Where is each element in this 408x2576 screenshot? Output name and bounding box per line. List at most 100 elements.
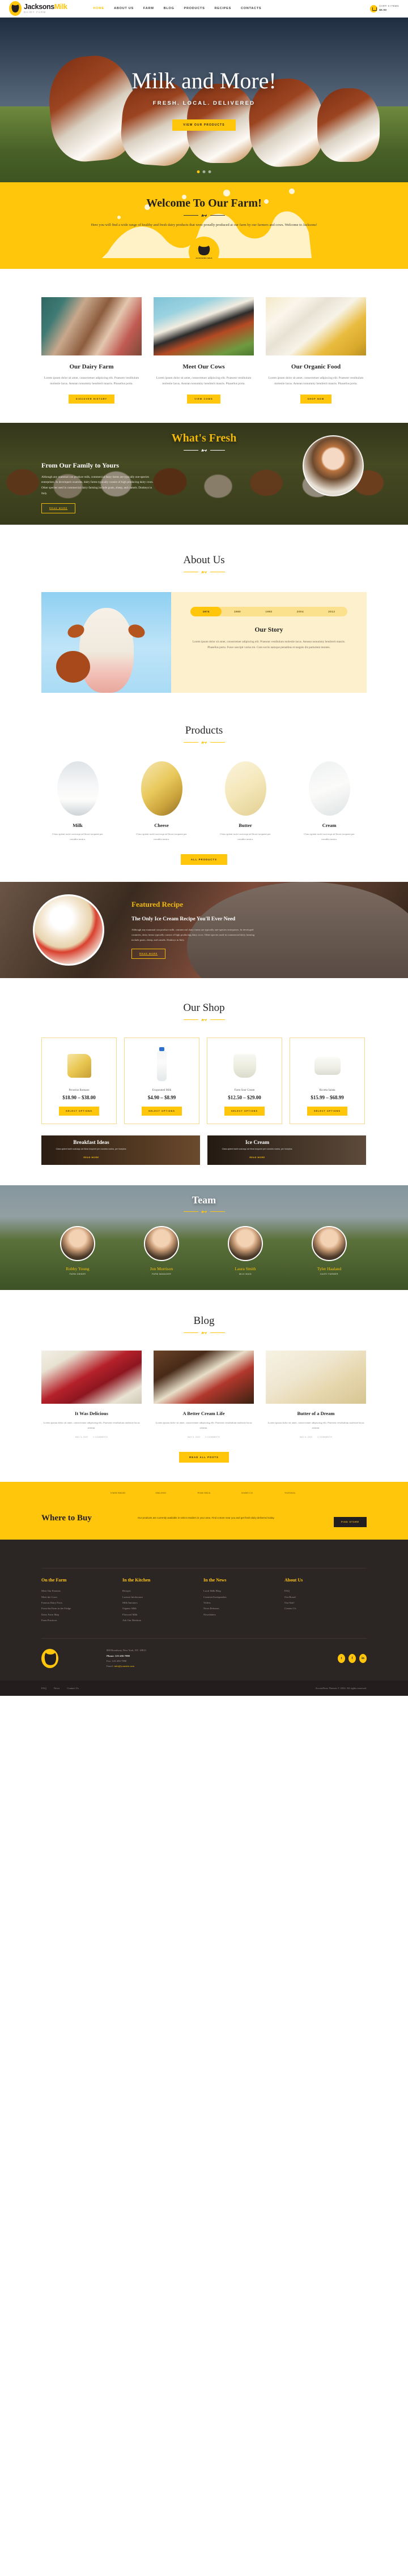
footer-link[interactable]: Local Milk Blog <box>203 1588 284 1594</box>
select-options-button[interactable]: SELECT OPTIONS <box>142 1107 182 1116</box>
select-options-button[interactable]: SELECT OPTIONS <box>224 1107 265 1116</box>
site-logo[interactable]: JacksonsMilk DAIRY FARM <box>9 1 67 16</box>
nav-item-products[interactable]: PRODUCTS <box>184 7 205 10</box>
footer-link[interactable]: Lactose Intolerance <box>122 1595 203 1600</box>
blog-post-card[interactable]: A Better Cream Life Lorem ipsum dolor si… <box>154 1351 254 1438</box>
promo-card-breakfast[interactable]: Breakfast Ideas Class aptent taciti soci… <box>41 1135 200 1165</box>
product-card[interactable]: Cheese Class aptent taciti sociosqu ad l… <box>125 761 198 842</box>
feature-title: Our Organic Food <box>291 363 341 370</box>
hero-dot-2[interactable] <box>202 170 206 173</box>
product-card[interactable]: Cream Class aptent taciti sociosqu ad li… <box>293 761 366 842</box>
timeline-year-tabs[interactable]: 1974 1980 1992 2004 2012 <box>190 606 347 616</box>
all-products-button[interactable]: ALL PRODUCTS <box>181 854 227 865</box>
nav-item-farm[interactable]: FARM <box>143 7 154 10</box>
bottom-link-news[interactable]: News <box>54 1687 60 1690</box>
our-story-text: Lorem ipsum dolor sit amet, consectetuer… <box>192 640 346 650</box>
blog-post-card[interactable]: It Was Delicious Lorem ipsum dolor sit a… <box>41 1351 142 1438</box>
footer-email-label: Email: <box>107 1665 114 1668</box>
footer-contact-block: 888 Broadway, New York, NY. 18813 Phone:… <box>107 1648 146 1669</box>
team-member-card: Robby Young FARM OWNER <box>41 1226 114 1275</box>
products-title: Products <box>185 724 223 736</box>
whats-fresh-heading: From Our Family to Yours <box>41 461 120 469</box>
year-tab-2012[interactable]: 2012 <box>316 607 347 616</box>
facebook-icon[interactable]: f <box>348 1654 356 1664</box>
footer-link[interactable]: Contests/Sweepstakes <box>203 1595 284 1600</box>
shop-product-price: $18.90 – $38.00 <box>62 1095 96 1101</box>
hero-dot-3[interactable] <box>208 170 211 173</box>
section-divider <box>41 1018 367 1022</box>
feature-cta-button[interactable]: SHOP NOW <box>300 394 332 404</box>
features-section: Our Dairy Farm Lorem ipsum dolor sit ame… <box>41 269 367 423</box>
footer-link[interactable]: Meet the Cows <box>41 1595 122 1600</box>
find-store-button[interactable]: FIND STORE <box>334 1517 367 1528</box>
year-tab-1992[interactable]: 1992 <box>253 607 284 616</box>
footer-link[interactable]: Meet Our Farmers <box>41 1588 122 1594</box>
linkedin-icon[interactable]: in <box>359 1654 367 1664</box>
footer-link[interactable]: From the Farm to the Fridge <box>41 1606 122 1611</box>
footer-link[interactable]: Our Board <box>284 1595 366 1600</box>
cow-divider-icon <box>201 214 207 217</box>
twitter-icon[interactable]: t <box>338 1654 345 1664</box>
footer-link[interactable]: Farm Practices <box>41 1618 122 1623</box>
hero-cta-button[interactable]: VIEW OUR PRODUCTS <box>172 119 236 131</box>
bottom-link-contact-us[interactable]: Contact Us <box>67 1687 79 1690</box>
whats-fresh-cta-button[interactable]: READ MORE <box>41 503 76 513</box>
blog-post-image <box>41 1351 142 1404</box>
feature-cta-button[interactable]: VIEW COWS <box>187 394 220 404</box>
feature-card: Meet Our Cows Lorem ipsum dolor sit amet… <box>154 297 254 404</box>
footer-link[interactable]: Recipes <box>122 1588 203 1594</box>
footer-link[interactable]: News Releases <box>203 1606 284 1611</box>
blog-section: Blog It Was Delicious Lorem ipsum dolor … <box>41 1290 367 1482</box>
shop-product-card: Farm Sour Cream $12.50 – $29.00 SELECT O… <box>207 1038 282 1125</box>
footer-link[interactable]: Organic Milk <box>122 1606 203 1611</box>
hero-dot-1[interactable] <box>197 170 200 173</box>
promo-link[interactable]: READ MORE <box>83 1156 99 1159</box>
footer-email[interactable]: info@yoursite.com <box>114 1665 134 1668</box>
promo-card-ice-cream[interactable]: Ice Cream Class aptent taciti sociosqu a… <box>207 1135 366 1165</box>
footer-link[interactable]: Flavored Milk <box>122 1612 203 1618</box>
cart-widget[interactable]: CART: 0 ITEMS $0.00 <box>370 5 399 12</box>
year-tab-2004[interactable]: 2004 <box>284 607 316 616</box>
footer-link[interactable]: Our Staff <box>284 1600 366 1606</box>
promo-link[interactable]: READ MORE <box>249 1156 265 1159</box>
blog-post-date: MAY 5, 2022 <box>75 1436 88 1439</box>
footer-link[interactable]: Ask Our Dietitian <box>122 1618 203 1623</box>
footer-link[interactable]: Milk Imitators <box>122 1600 203 1606</box>
bottom-link-faq[interactable]: FAQ <box>41 1687 46 1690</box>
product-name: Butter <box>239 822 252 828</box>
nav-item-blog[interactable]: BLOG <box>164 7 175 10</box>
feature-title: Our Dairy Farm <box>69 363 114 370</box>
main-navigation: HOME ABOUT US FARM BLOG PRODUCTS RECIPES… <box>94 7 262 10</box>
year-tab-1980[interactable]: 1980 <box>222 607 253 616</box>
nav-item-contacts[interactable]: CONTACTS <box>241 7 261 10</box>
promo-text: Class aptent taciti sociosqu ad litora t… <box>56 1147 127 1150</box>
footer-link[interactable]: Contact Us <box>284 1606 366 1611</box>
shop-product-image <box>211 1047 278 1085</box>
footer-link[interactable]: Videos <box>203 1600 284 1606</box>
feature-cta-button[interactable]: DISCOVER HISTORY <box>68 394 115 404</box>
footer-column-about-us: About Us FAQ Our Board Our Staff Contact… <box>284 1578 366 1623</box>
footer-link[interactable]: Dairy Farm Map <box>41 1612 122 1618</box>
product-card[interactable]: Butter Class aptent taciti sociosqu ad l… <box>209 761 282 842</box>
year-tab-1974[interactable]: 1974 <box>190 606 222 616</box>
product-card[interactable]: Milk Class aptent taciti sociosqu ad lit… <box>41 761 114 842</box>
footer-link[interactable]: FAQ <box>284 1588 366 1594</box>
nav-item-recipes[interactable]: RECIPES <box>215 7 231 10</box>
footer-column-on-the-farm: On the Farm Meet Our Farmers Meet the Co… <box>41 1578 122 1623</box>
footer-link[interactable]: Newsletters <box>203 1612 284 1618</box>
nav-item-home[interactable]: HOME <box>94 7 105 10</box>
product-name: Milk <box>73 822 83 828</box>
recipe-cta-button[interactable]: READ MORE <box>131 949 166 959</box>
hero-slider-dots[interactable] <box>197 170 211 173</box>
product-image <box>308 761 350 816</box>
footer-logo-icon[interactable] <box>41 1649 58 1669</box>
hero-subtitle: FRESH. LOCAL. DELIVERED <box>152 100 256 106</box>
select-options-button[interactable]: SELECT OPTIONS <box>59 1107 99 1116</box>
blog-post-card[interactable]: Butter of a Dream Lorem ipsum dolor sit … <box>266 1351 366 1438</box>
feature-text: Lorem ipsum dolor sit amet, consectetuer… <box>44 376 139 386</box>
cow-divider-icon <box>201 1018 207 1022</box>
nav-item-about-us[interactable]: ABOUT US <box>114 7 134 10</box>
footer-link[interactable]: Famous Dairy Facts <box>41 1600 122 1606</box>
read-all-posts-button[interactable]: READ ALL POSTS <box>179 1452 229 1463</box>
select-options-button[interactable]: SELECT OPTIONS <box>307 1107 347 1116</box>
